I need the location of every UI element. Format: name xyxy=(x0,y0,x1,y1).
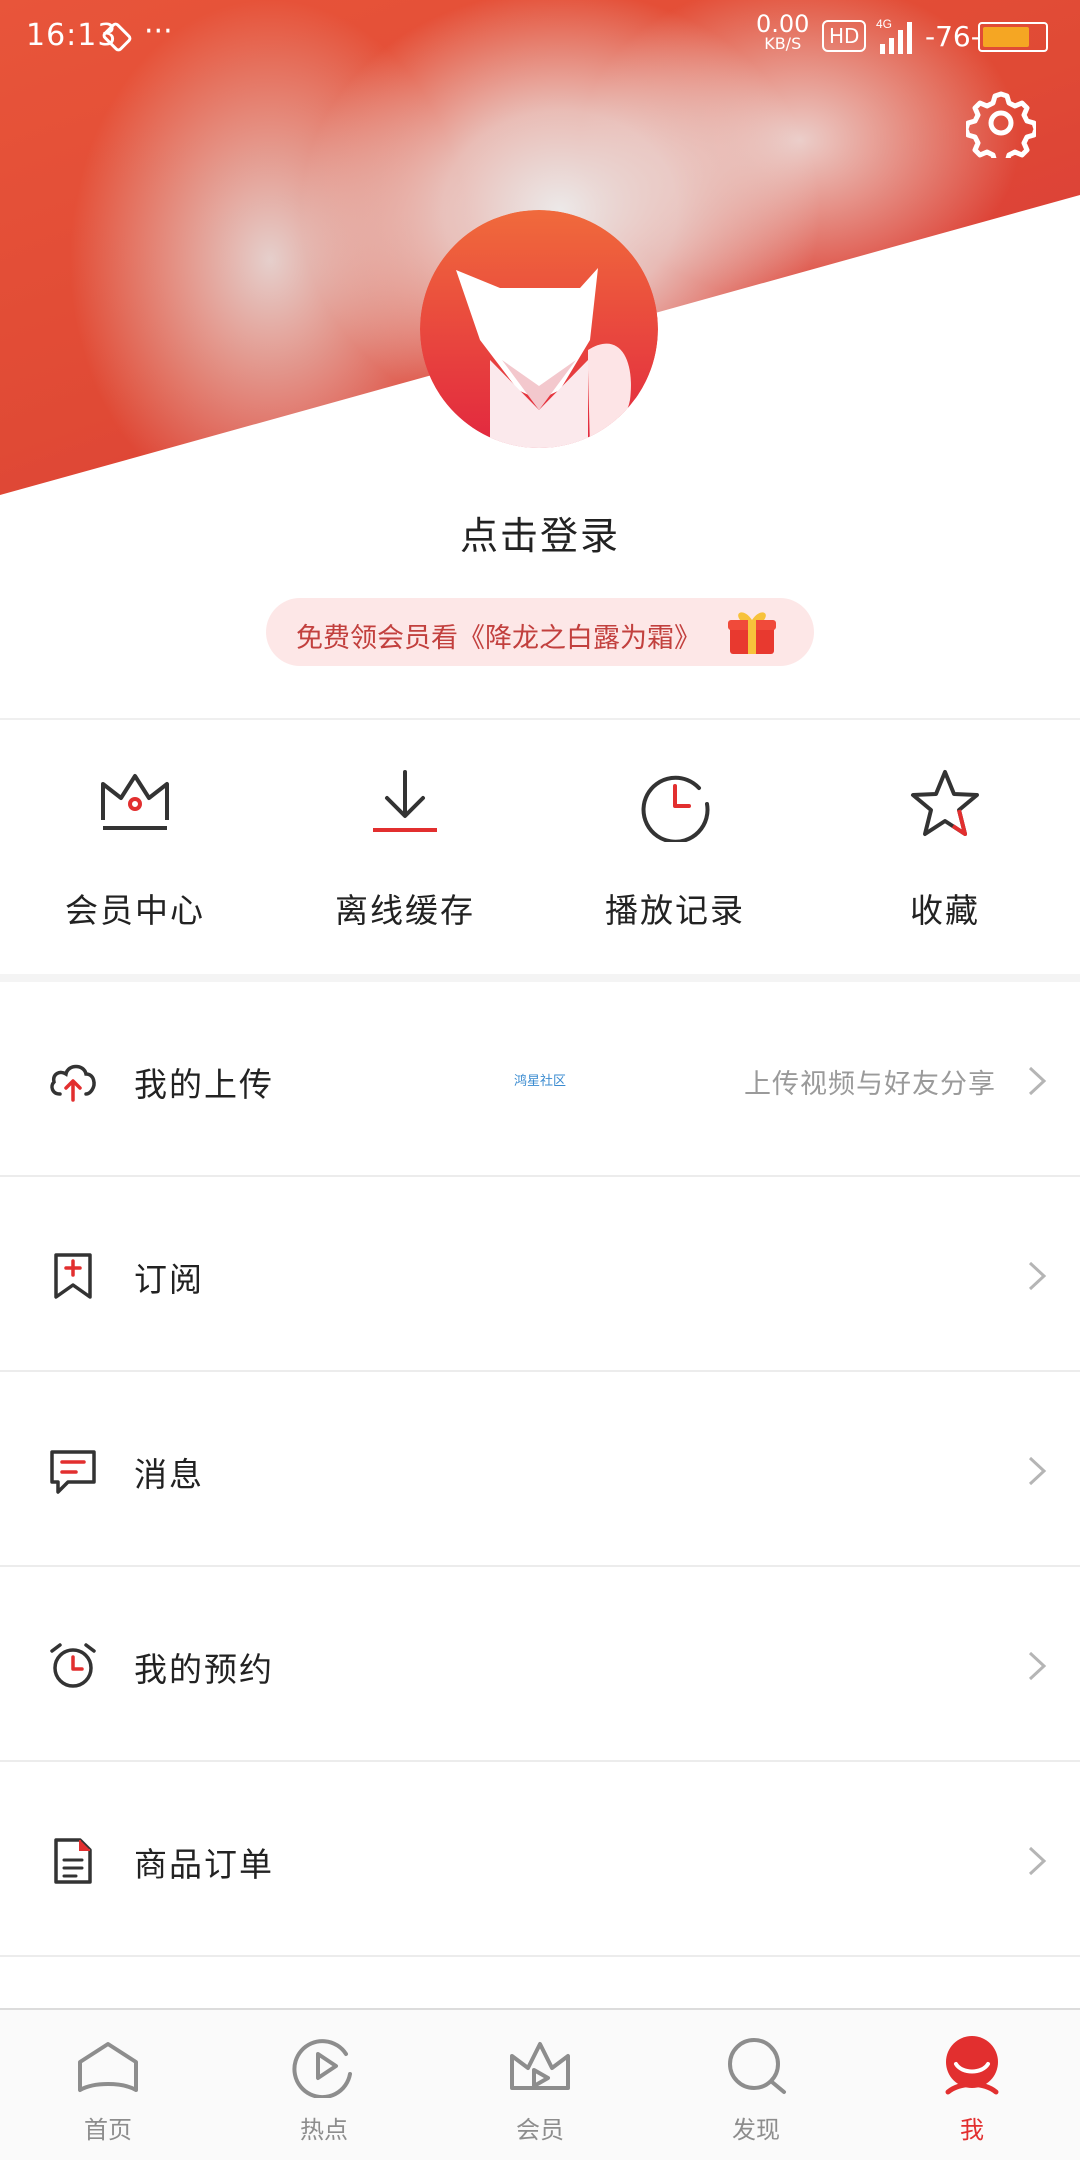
tab-discover[interactable]: 发现 xyxy=(648,2010,864,2160)
profile-icon xyxy=(945,2036,999,2095)
tab-vip[interactable]: 会员 xyxy=(432,2010,648,2160)
tab-me[interactable]: 我 xyxy=(864,2010,1080,2160)
section-divider xyxy=(0,974,1080,982)
quick-vip-center[interactable]: 会员中心 xyxy=(0,722,270,976)
menu-item-messages[interactable]: 消息 xyxy=(0,1372,1080,1567)
tab-label: 发现 xyxy=(732,2116,780,2144)
cloud-upload-icon xyxy=(50,1064,96,1102)
status-bar: 16:13 ··· 0.00 KB/S HD 4G -76- xyxy=(0,0,1080,72)
vip-promo-banner[interactable]: 免费领会员看《降龙之白露为霜》 xyxy=(266,598,814,666)
quick-play-history[interactable]: 播放记录 xyxy=(540,722,810,976)
menu-label: 商品订单 xyxy=(134,1845,274,1884)
home-icon xyxy=(78,2042,138,2092)
battery-icon xyxy=(978,22,1048,52)
menu-label: 我的上传 xyxy=(134,1065,274,1104)
battery-text: -76- xyxy=(925,20,981,53)
tab-label: 我 xyxy=(960,2116,984,2144)
fox-logo-icon xyxy=(420,210,658,448)
login-prompt[interactable]: 点击登录 xyxy=(0,505,1080,560)
gift-icon xyxy=(728,612,776,654)
quick-offline-cache[interactable]: 离线缓存 xyxy=(270,722,540,976)
star-icon xyxy=(911,770,979,836)
quick-label: 离线缓存 xyxy=(335,891,475,930)
hd-badge: HD xyxy=(822,20,867,52)
menu-hint: 上传视频与好友分享 xyxy=(744,1069,996,1100)
tab-label: 热点 xyxy=(300,2116,348,2144)
history-clock-icon xyxy=(641,775,710,842)
tab-hot[interactable]: 热点 xyxy=(216,2010,432,2160)
divider xyxy=(0,718,1080,720)
quick-label: 播放记录 xyxy=(605,891,745,930)
vip-crown-icon xyxy=(510,2042,570,2090)
order-document-icon xyxy=(54,1838,92,1884)
alarm-clock-icon xyxy=(50,1643,96,1688)
bookmark-add-icon xyxy=(54,1253,92,1299)
menu-item-my-uploads[interactable]: 我的上传 鸿星社区 上传视频与好友分享 xyxy=(0,982,1080,1177)
quick-label: 收藏 xyxy=(910,891,980,930)
quick-actions: 会员中心 离线缓存 播放记录 收藏 xyxy=(0,722,1080,976)
quick-label: 会员中心 xyxy=(65,891,205,930)
chevron-right-icon xyxy=(1028,1846,1047,1876)
battery-level xyxy=(983,27,1029,47)
net-speed-value: 0.00 xyxy=(756,10,810,38)
download-icon xyxy=(373,770,437,832)
menu-label: 我的预约 xyxy=(134,1650,274,1689)
crown-icon xyxy=(101,774,169,830)
menu-label: 消息 xyxy=(134,1455,204,1494)
chevron-right-icon xyxy=(1028,1261,1047,1291)
avatar[interactable] xyxy=(420,210,658,448)
network-type: 4G xyxy=(876,17,892,31)
watermark-text: 鸿星社区 xyxy=(514,1074,567,1089)
menu-item-orders[interactable]: 商品订单 xyxy=(0,1762,1080,1957)
settings-button[interactable] xyxy=(963,88,1039,167)
play-circle-icon xyxy=(292,2039,352,2098)
tab-label: 首页 xyxy=(84,2116,132,2144)
chevron-right-icon xyxy=(1028,1651,1047,1681)
chevron-right-icon xyxy=(1028,1066,1047,1096)
gear-icon xyxy=(963,91,1039,167)
search-discover-icon xyxy=(728,2038,786,2094)
tab-home[interactable]: 首页 xyxy=(0,2010,216,2160)
row-divider xyxy=(0,1955,1080,1957)
promo-text: 免费领会员看《降龙之白露为霜》 xyxy=(296,623,701,654)
bottom-tab-bar: 首页 热点 会员 发现 我 xyxy=(0,2008,1080,2160)
more-icon: ··· xyxy=(144,14,173,49)
chevron-right-icon xyxy=(1028,1456,1047,1486)
net-speed: 0.00 KB/S xyxy=(756,10,810,54)
signal-icon: 4G xyxy=(876,16,922,60)
menu-item-subscriptions[interactable]: 订阅 xyxy=(0,1177,1080,1372)
menu-item-reservations[interactable]: 我的预约 xyxy=(0,1567,1080,1762)
quick-favorites[interactable]: 收藏 xyxy=(810,722,1080,976)
message-icon xyxy=(50,1450,96,1494)
menu-label: 订阅 xyxy=(134,1260,204,1299)
tab-label: 会员 xyxy=(516,2116,564,2144)
